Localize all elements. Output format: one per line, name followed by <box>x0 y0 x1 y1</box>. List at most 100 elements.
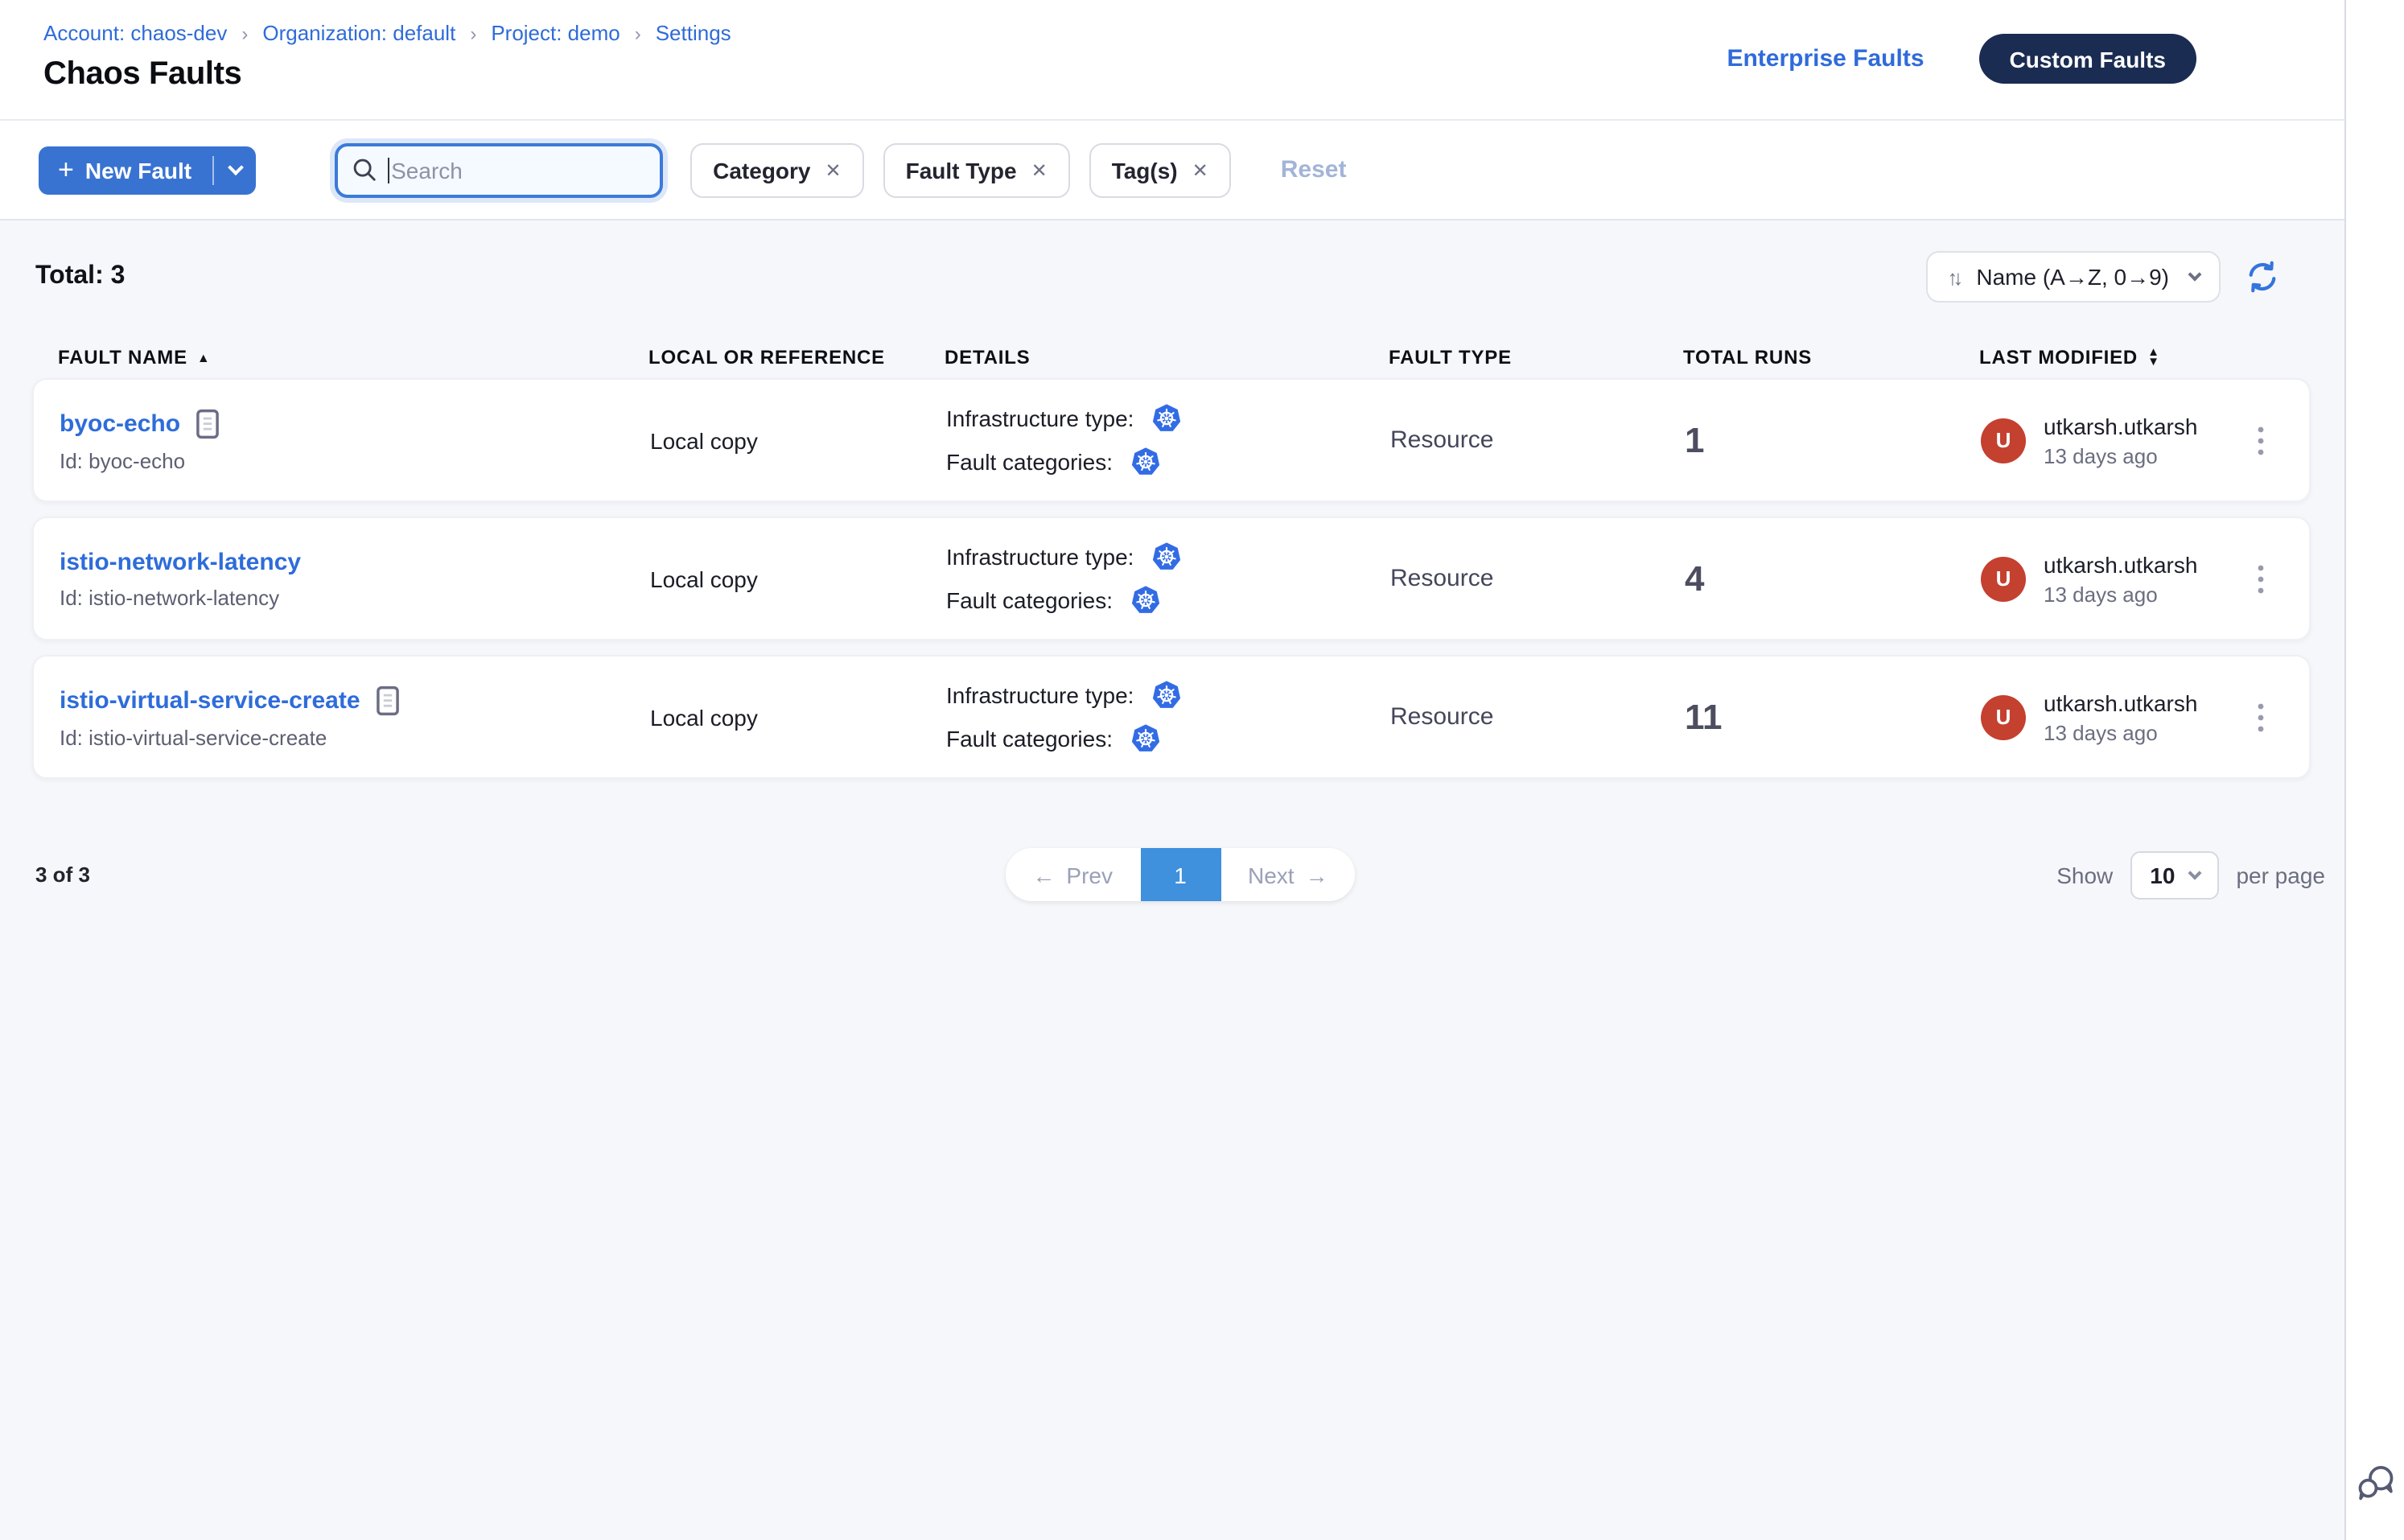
breadcrumb-organization[interactable]: Organization: default <box>262 21 455 45</box>
kubernetes-icon <box>1129 723 1161 755</box>
kebab-icon <box>2248 421 2274 459</box>
total-runs-value: 4 <box>1685 558 1981 599</box>
filter-chip-label: Category <box>713 157 810 183</box>
filter-chip-fault-type[interactable]: Fault Type ✕ <box>883 142 1070 197</box>
table-row[interactable]: istio-virtual-service-create Id: istio-v… <box>32 655 2311 779</box>
content-area: Total: 3 ↑↓ Name (A→Z, 0→9) <box>0 220 2344 1540</box>
fault-type-value: Resource <box>1390 565 1685 592</box>
search-input[interactable] <box>335 142 663 197</box>
filter-chip-label: Fault Type <box>906 157 1017 183</box>
new-fault-label: New Fault <box>85 157 191 183</box>
sort-both-icon: ▲▼ <box>2147 347 2160 368</box>
fault-id: Id: istio-virtual-service-create <box>60 725 650 749</box>
fault-name-link[interactable]: istio-virtual-service-create <box>60 686 360 714</box>
close-icon[interactable]: ✕ <box>825 159 842 181</box>
column-header-label: FAULT NAME <box>58 346 187 369</box>
row-menu-button[interactable] <box>2241 414 2280 466</box>
column-header-local-or-reference: LOCAL OR REFERENCE <box>648 346 945 369</box>
current-page-button[interactable]: 1 <box>1140 848 1221 901</box>
kubernetes-icon <box>1129 584 1161 616</box>
sort-arrows-icon: ↑↓ <box>1947 265 1958 289</box>
column-header-total-runs: TOTAL RUNS <box>1683 346 1979 369</box>
column-header-fault-type: FAULT TYPE <box>1389 346 1683 369</box>
fault-type-value: Resource <box>1390 426 1685 454</box>
sort-ascending-icon: ▲ <box>197 350 211 364</box>
total-runs-value: 11 <box>1685 696 1981 738</box>
help-chat-button[interactable] <box>2353 1461 2397 1505</box>
toolbar: + New Fault Category ✕ <box>0 121 2344 220</box>
kubernetes-icon <box>1150 541 1182 573</box>
column-header-label: DETAILS <box>945 346 1031 369</box>
chevron-down-icon <box>2188 866 2201 879</box>
filter-chip-tags[interactable]: Tag(s) ✕ <box>1089 142 1231 197</box>
fault-id: Id: istio-network-latency <box>60 585 650 609</box>
page-size-select[interactable]: 10 <box>2130 850 2218 899</box>
breadcrumb-account[interactable]: Account: chaos-dev <box>43 21 227 45</box>
page-summary: 3 of 3 <box>35 863 1005 887</box>
local-or-reference-value: Local copy <box>650 704 946 730</box>
total-runs-value: 1 <box>1685 419 1981 461</box>
column-header-last-modified[interactable]: LAST MODIFIED ▲▼ <box>1979 346 2221 369</box>
enterprise-faults-link[interactable]: Enterprise Faults <box>1727 45 1924 72</box>
infrastructure-type-label: Infrastructure type: <box>946 406 1134 431</box>
fault-categories-label: Fault categories: <box>946 726 1113 751</box>
app-window: Account: chaos-dev › Organization: defau… <box>0 0 2404 1540</box>
close-icon[interactable]: ✕ <box>1192 159 1208 181</box>
page-header: Account: chaos-dev › Organization: defau… <box>0 0 2344 121</box>
fault-name-link[interactable]: byoc-echo <box>60 410 180 437</box>
row-menu-button[interactable] <box>2241 691 2280 743</box>
fault-categories-label: Fault categories: <box>946 587 1113 613</box>
fault-type-value: Resource <box>1390 703 1685 731</box>
page-size-value: 10 <box>2150 862 2175 887</box>
close-icon[interactable]: ✕ <box>1031 159 1048 181</box>
table-row[interactable]: byoc-echo Id: byoc-echo Local copy <box>32 378 2311 502</box>
pagination-bar: 3 of 3 ← Prev 1 Next → Show 10 <box>0 848 2344 901</box>
custom-faults-button[interactable]: Custom Faults <box>1979 34 2196 84</box>
modified-time: 13 days ago <box>2044 720 2197 744</box>
avatar: U <box>1981 418 2026 463</box>
breadcrumb-settings[interactable]: Settings <box>656 21 731 45</box>
chevron-down-icon <box>2188 268 2202 282</box>
refresh-button[interactable] <box>2245 259 2280 294</box>
chevron-right-icon: › <box>635 22 641 44</box>
new-fault-button[interactable]: + New Fault <box>39 146 212 194</box>
show-label: Show <box>2056 862 2113 887</box>
column-header-label: FAULT TYPE <box>1389 346 1512 369</box>
manifest-doc-icon <box>375 685 401 715</box>
table-row[interactable]: istio-network-latency Id: istio-network-… <box>32 517 2311 640</box>
row-menu-button[interactable] <box>2241 553 2280 604</box>
fault-name-link[interactable]: istio-network-latency <box>60 548 301 575</box>
kubernetes-icon <box>1150 402 1182 434</box>
reset-filters-button[interactable]: Reset <box>1281 156 1347 183</box>
arrow-left-icon: ← <box>1032 862 1055 887</box>
kubernetes-icon <box>1150 679 1182 711</box>
kebab-icon <box>2248 698 2274 736</box>
filter-chip-category[interactable]: Category ✕ <box>690 142 864 197</box>
text-caret <box>388 157 389 183</box>
plus-icon: + <box>58 155 74 183</box>
column-header-label: LOCAL OR REFERENCE <box>648 346 885 369</box>
search-icon <box>351 155 378 191</box>
fault-id: Id: byoc-echo <box>60 448 650 472</box>
breadcrumb-project[interactable]: Project: demo <box>491 21 620 45</box>
new-fault-dropdown-toggle[interactable] <box>214 146 256 194</box>
sort-dropdown[interactable]: ↑↓ Name (A→Z, 0→9) <box>1926 251 2221 303</box>
new-fault-split-button: + New Fault <box>39 146 256 194</box>
prev-page-button[interactable]: ← Prev <box>1005 848 1140 901</box>
local-or-reference-value: Local copy <box>650 566 946 591</box>
right-help-rail <box>2344 0 2404 1540</box>
sort-dropdown-value: Name (A→Z, 0→9) <box>1976 264 2169 290</box>
avatar: U <box>1981 694 2026 739</box>
kubernetes-icon <box>1129 446 1161 478</box>
modified-by-user: utkarsh.utkarsh <box>2044 413 2197 439</box>
total-count: Total: 3 <box>35 262 125 291</box>
pager: ← Prev 1 Next → <box>1005 848 1355 901</box>
modified-time: 13 days ago <box>2044 443 2197 467</box>
next-page-button[interactable]: Next → <box>1221 848 1356 901</box>
chevron-right-icon: › <box>470 22 476 44</box>
infrastructure-type-label: Infrastructure type: <box>946 544 1134 570</box>
fault-categories-label: Fault categories: <box>946 449 1113 475</box>
column-header-fault-name[interactable]: FAULT NAME ▲ <box>58 346 648 369</box>
chat-bubbles-icon <box>2353 1461 2397 1505</box>
filter-chip-label: Tag(s) <box>1112 157 1178 183</box>
